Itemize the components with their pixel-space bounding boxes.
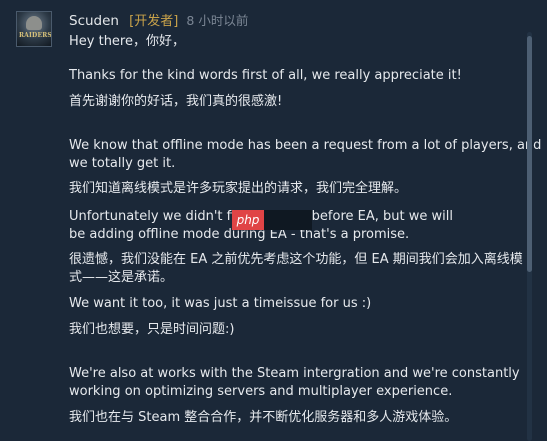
offline-request-text-en-2: we totally get it.: [69, 156, 176, 171]
offline-request-text-en-1: We know that offline mode has been a req…: [69, 138, 542, 153]
steam-integration-text-zh: 我们也在与 Steam 整合合作，并不断优化服务器和多人游戏体验。: [69, 410, 458, 425]
comment-header: Scuden [开发者] 8 小时以前: [69, 12, 248, 30]
comment-card: RAIDERS Scuden [开发者] 8 小时以前 Hey there，你好…: [0, 0, 547, 441]
helmet-icon: [26, 16, 42, 30]
author-avatar[interactable]: RAIDERS: [16, 11, 52, 47]
redaction-box: [264, 210, 312, 230]
steam-integration-text-en-2: working on optimizing servers and multip…: [69, 384, 453, 399]
time-issue-text-en: We want it too, it was just a timeissue …: [69, 296, 372, 311]
greeting-text: Hey there，你好，: [69, 34, 185, 49]
thanks-text-en: Thanks for the kind words first of all, …: [69, 68, 462, 83]
developer-badge: [开发者]: [129, 14, 179, 29]
offline-plan-text-zh-2: 式——这是承诺。: [69, 270, 174, 285]
offline-plan-text-zh-1: 很遗憾，我们没能在 EA 之前优先考虑这个功能，但 EA 期间我们会加入离线模: [69, 252, 523, 267]
time-issue-text-zh: 我们也想要，只是时间问题:): [69, 322, 235, 337]
php-watermark: php: [232, 210, 264, 230]
scrollbar-thumb[interactable]: [527, 36, 532, 272]
comment-timestamp: 8 小时以前: [186, 13, 249, 28]
avatar-logo-text: RAIDERS: [19, 32, 52, 39]
steam-integration-text-en-1: We're also at works with the Steam inter…: [69, 366, 520, 381]
thanks-text-zh: 首先谢谢你的好话，我们真的很感激!: [69, 94, 283, 109]
author-name[interactable]: Scuden: [69, 13, 119, 29]
offline-request-text-zh: 我们知道离线模式是许多玩家提出的请求，我们完全理解。: [69, 181, 408, 196]
